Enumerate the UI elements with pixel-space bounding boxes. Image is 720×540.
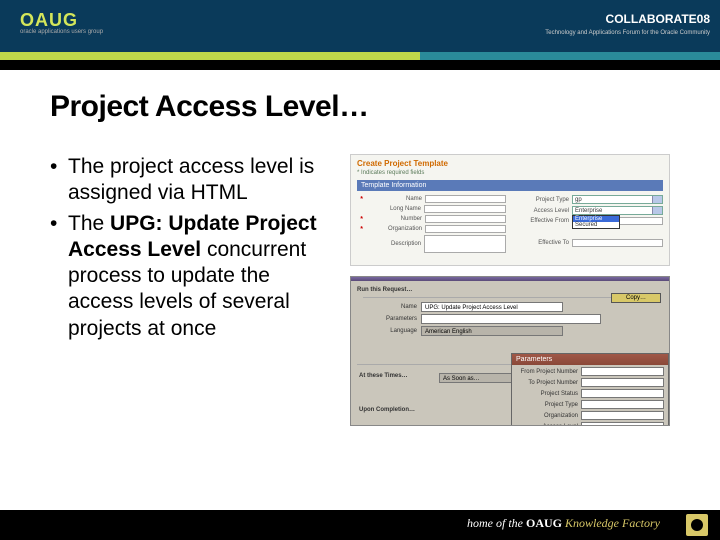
param-label: From Project Number [516, 369, 578, 375]
label-accesslevel: Access Level [514, 208, 569, 214]
footer-bar: home of the OAUG Knowledge Factory [0, 510, 720, 540]
param-label: Access Level [516, 424, 578, 427]
dropdown-option[interactable]: Secured [573, 222, 619, 228]
select-accesslevel[interactable]: Enterprise [572, 206, 663, 215]
param-label: Project Status [516, 391, 578, 397]
label-desc: Description [366, 241, 421, 247]
input-org[interactable] [425, 225, 506, 233]
input-desc[interactable] [424, 235, 506, 253]
param-input[interactable] [581, 389, 664, 398]
label-longname: Long Name [366, 206, 421, 212]
input-number[interactable] [425, 215, 506, 223]
param-input[interactable] [581, 378, 664, 387]
window-titlebar [351, 277, 669, 281]
input-reqname[interactable]: UPG: Update Project Access Level [421, 302, 563, 312]
parameters-popup: Parameters From Project Number To Projec… [511, 353, 669, 426]
collaborate-title: COLLABORATE08 [606, 12, 710, 26]
logo-subtitle: oracle applications users group [20, 29, 103, 35]
label-efffrom: Effective From [514, 218, 569, 224]
screenshot-html-form: Create Project Template * Indicates requ… [350, 154, 670, 266]
bullet-item: The project access level is assigned via… [50, 154, 330, 207]
input-name[interactable] [425, 195, 506, 203]
label-projtype: Project Type [514, 197, 569, 203]
slide-content: Project Access Level… The project access… [50, 90, 690, 490]
label-reqname: Name [357, 304, 417, 310]
footer-text: home of the OAUG Knowledge Factory [467, 516, 660, 531]
label-number: Number [367, 216, 422, 222]
select-projtype[interactable]: gp [572, 195, 663, 204]
copy-button[interactable]: Copy… [611, 293, 661, 303]
form-header: Create Project Template [357, 159, 663, 168]
input-params[interactable] [421, 314, 601, 324]
slide-title: Project Access Level… [50, 90, 690, 124]
screenshot-concurrent-request: Run this Request… Copy… NameUPG: Update … [350, 276, 670, 426]
accesslevel-dropdown: Enterprise Secured [572, 215, 620, 229]
label-effto: Effective To [514, 240, 569, 246]
param-input[interactable] [581, 400, 664, 409]
collaborate-subtitle: Technology and Applications Forum for th… [545, 30, 710, 36]
section-uponcompletion: Upon Completion… [359, 407, 415, 413]
input-effto[interactable] [572, 239, 663, 247]
param-label: Organization [516, 413, 578, 419]
params-titlebar: Parameters [512, 354, 668, 365]
teal-stripe [420, 52, 720, 60]
label-lang: Language [357, 328, 417, 334]
param-label: To Project Number [516, 380, 578, 386]
input-longname[interactable] [424, 205, 506, 213]
label-org: Organization [367, 226, 422, 232]
param-input[interactable] [581, 367, 664, 376]
bullet-item: The UPG: Update Project Access Level con… [50, 211, 330, 342]
input-lang: American English [421, 326, 563, 336]
black-divider [0, 60, 720, 70]
param-input[interactable] [581, 422, 664, 426]
required-hint: * Indicates required fields [357, 170, 663, 176]
param-input[interactable] [581, 411, 664, 420]
oaug-logo: OAUG oracle applications users group [20, 10, 103, 35]
logo-text: OAUG [20, 10, 78, 30]
header-banner: OAUG oracle applications users group COL… [0, 0, 720, 60]
label-params: Parameters [357, 316, 417, 322]
label-name: Name [367, 196, 422, 202]
section-bar: Template Information [357, 180, 663, 191]
param-label: Project Type [516, 402, 578, 408]
screenshots-column: Create Project Template * Indicates requ… [350, 154, 670, 426]
section-atthesetimes: At these Times… [359, 373, 408, 379]
green-stripe [0, 52, 420, 60]
bullet-list: The project access level is assigned via… [50, 154, 330, 426]
kf-logo-icon [686, 514, 708, 536]
